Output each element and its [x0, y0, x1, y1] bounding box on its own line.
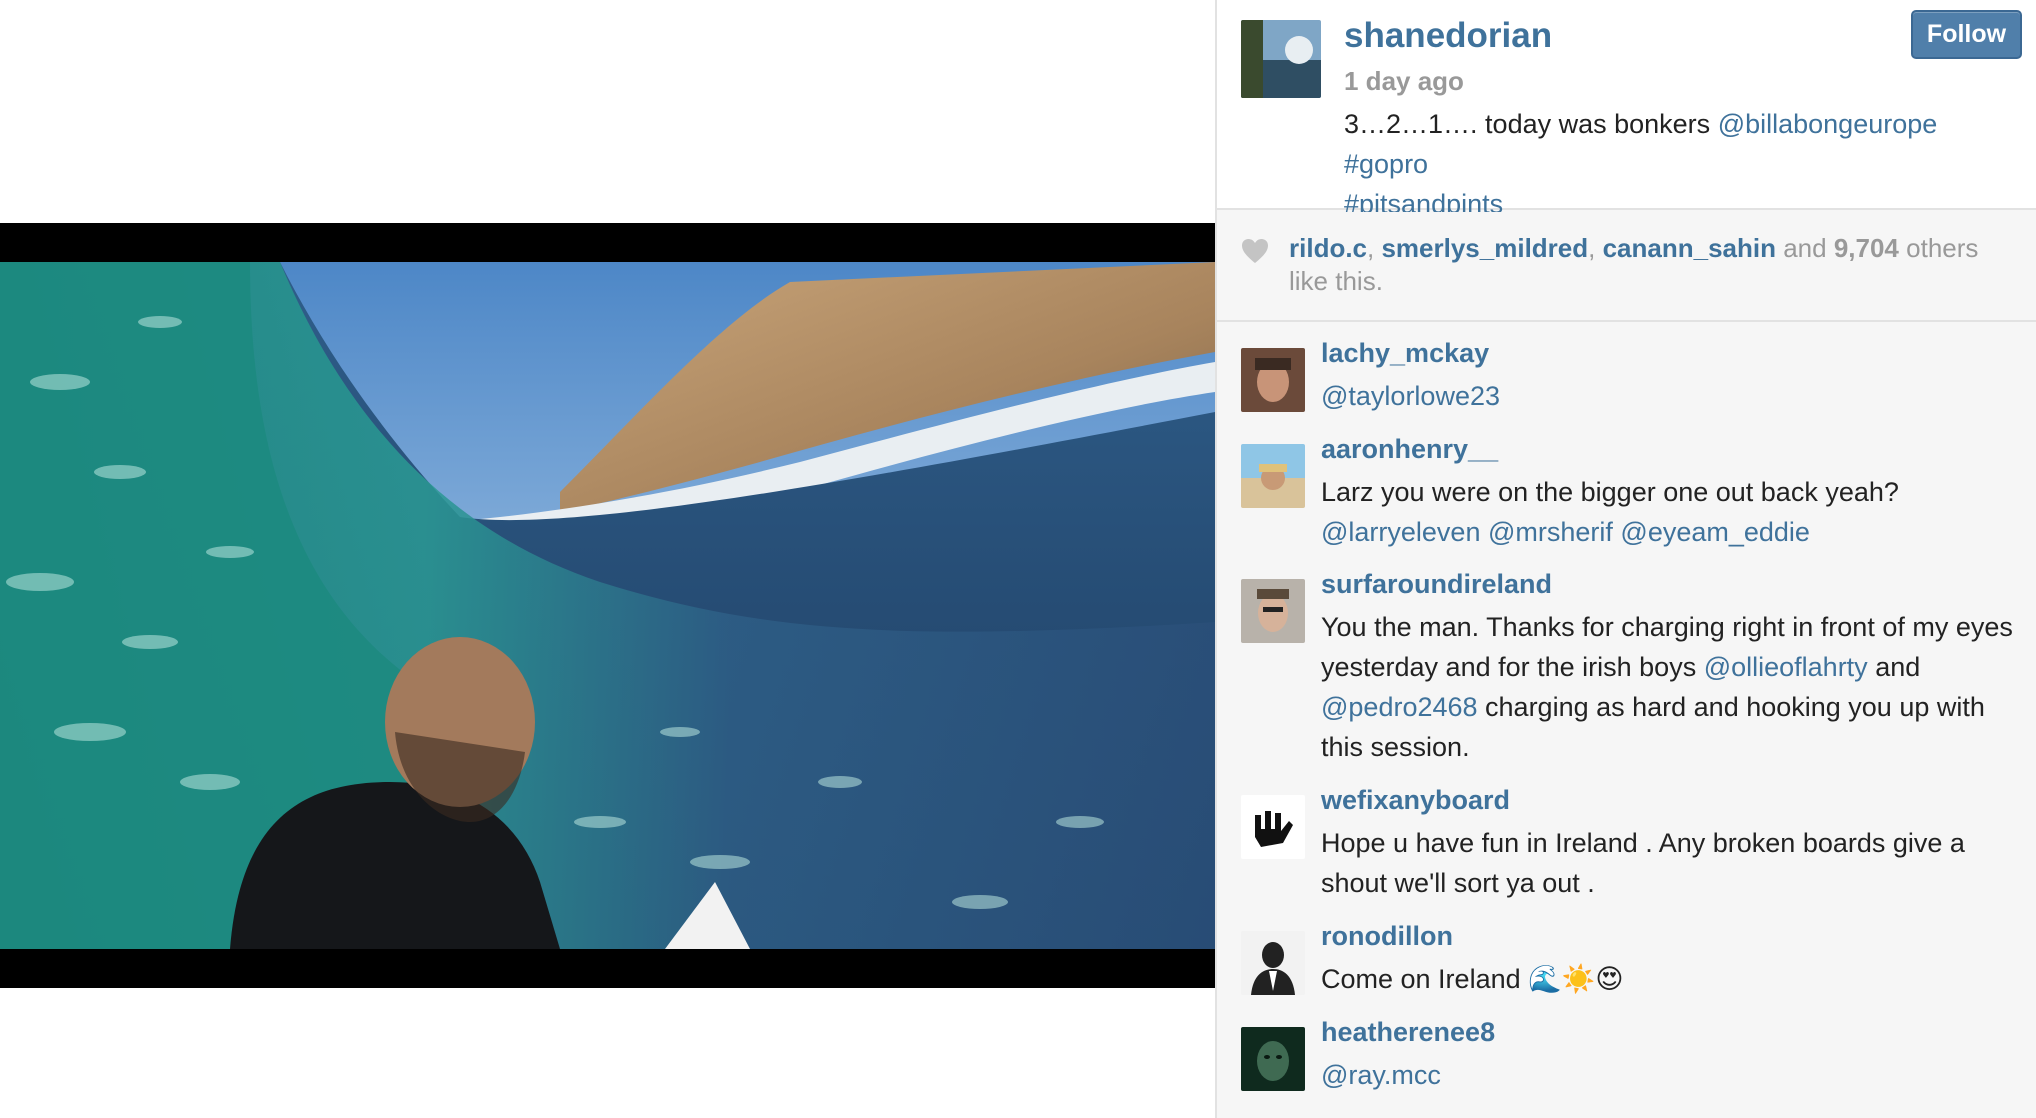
- post-sidebar: shanedorian Follow 1 day ago 3…2…1…. tod…: [1215, 0, 2036, 1118]
- comment-username[interactable]: lachy_mckay: [1321, 338, 1489, 369]
- comment-body: and: [1867, 652, 1921, 682]
- surf-barrel-image: [0, 262, 1215, 949]
- comment-mention[interactable]: @eyeam_eddie: [1620, 517, 1810, 547]
- follow-button[interactable]: Follow: [1911, 10, 2022, 59]
- liker-username[interactable]: smerlys_mildred: [1381, 233, 1588, 263]
- comment-text: Come on Ireland 🌊☀️😍: [1321, 959, 2021, 999]
- comment-text: Larz you were on the bigger one out back…: [1321, 472, 2021, 552]
- post-video[interactable]: [0, 262, 1215, 949]
- comment-mention[interactable]: @ollieoflahrty: [1704, 652, 1868, 682]
- liker-username[interactable]: canann_sahin: [1603, 233, 1776, 263]
- comment-username[interactable]: wefixanyboard: [1321, 785, 1510, 816]
- likes-summary: rildo.c, smerlys_mildred, canann_sahin a…: [1289, 232, 2009, 298]
- comment-mention[interactable]: @mrsherif: [1488, 517, 1613, 547]
- comment-body: [1480, 517, 1488, 547]
- comment-mention[interactable]: @pedro2468: [1321, 692, 1478, 722]
- commenter-avatar[interactable]: [1241, 1027, 1305, 1091]
- media-area: [0, 0, 1215, 1118]
- owner-avatar[interactable]: [1241, 20, 1321, 98]
- comment-username[interactable]: ronodillon: [1321, 921, 1453, 952]
- comment-text: You the man. Thanks for charging right i…: [1321, 607, 2021, 767]
- commenter-avatar[interactable]: [1241, 795, 1305, 859]
- comment-text: @taylorlowe23: [1321, 376, 2021, 416]
- comment-mention[interactable]: @ray.mcc: [1321, 1060, 1441, 1090]
- comment-text: @ray.mcc: [1321, 1055, 2021, 1095]
- caption-mention[interactable]: @billabongeurope: [1718, 109, 1938, 139]
- comment-body: Larz you were on the bigger one out back…: [1321, 477, 1899, 507]
- comment-username[interactable]: aaronhenry__: [1321, 434, 1498, 465]
- owner-username[interactable]: shanedorian: [1344, 16, 1552, 56]
- comment-mention[interactable]: @taylorlowe23: [1321, 381, 1500, 411]
- comment-body: Hope u have fun in Ireland . Any broken …: [1321, 828, 1965, 898]
- commenter-avatar[interactable]: [1241, 348, 1305, 412]
- comment-text: Hope u have fun in Ireland . Any broken …: [1321, 823, 2021, 903]
- comment-body: Come on Ireland 🌊☀️😍: [1321, 964, 1624, 994]
- likes-section: rildo.c, smerlys_mildred, canann_sahin a…: [1217, 212, 2036, 322]
- heart-icon[interactable]: [1241, 238, 1269, 264]
- comment-username[interactable]: heatherenee8: [1321, 1017, 1495, 1048]
- commenter-avatar[interactable]: [1241, 579, 1305, 643]
- caption-text: 3…2…1…. today was bonkers: [1344, 109, 1718, 139]
- comment-username[interactable]: surfaroundireland: [1321, 569, 1552, 600]
- caption-hashtag[interactable]: #gopro: [1344, 149, 1428, 179]
- post-caption: 3…2…1…. today was bonkers @billabongeuro…: [1344, 104, 2024, 224]
- comment-mention[interactable]: @larryeleven: [1321, 517, 1480, 547]
- post-timestamp[interactable]: 1 day ago: [1344, 66, 1464, 97]
- likes-and-text: and: [1776, 233, 1834, 263]
- separator: ,: [1367, 233, 1382, 263]
- commenter-avatar[interactable]: [1241, 931, 1305, 995]
- commenter-avatar[interactable]: [1241, 444, 1305, 508]
- post-header: shanedorian Follow 1 day ago 3…2…1…. tod…: [1217, 0, 2036, 219]
- liker-username[interactable]: rildo.c: [1289, 233, 1367, 263]
- likes-count[interactable]: 9,704: [1834, 233, 1899, 263]
- separator: ,: [1588, 233, 1603, 263]
